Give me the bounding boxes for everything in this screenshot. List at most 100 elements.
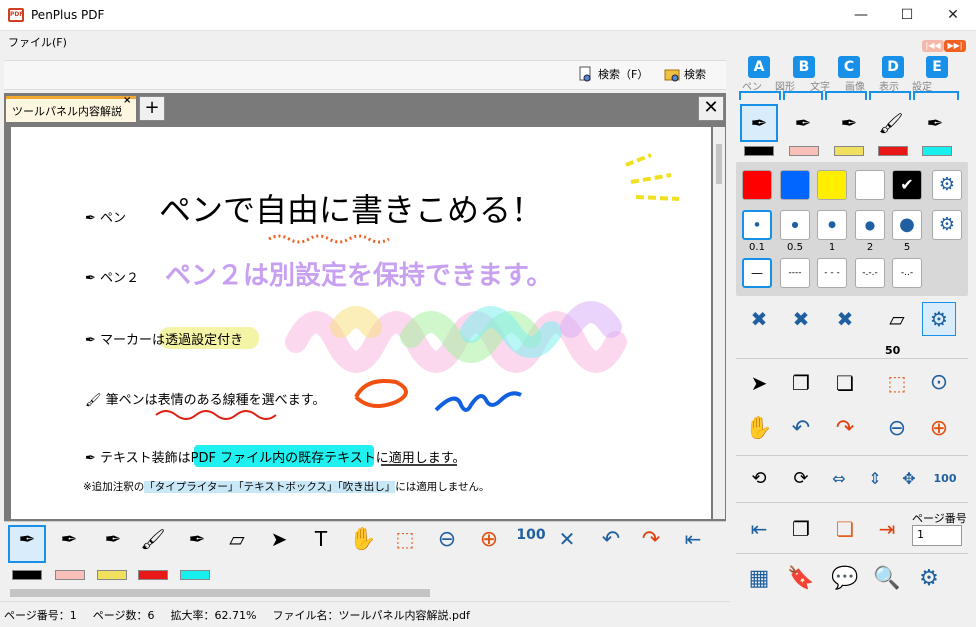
panel-collapse-buttons[interactable]: |◀◀ ▶▶| xyxy=(922,38,970,52)
search-folder-icon xyxy=(664,69,680,82)
eraser-settings-gear-icon[interactable]: ⚙ xyxy=(922,302,956,336)
panel-zoom-out-icon[interactable]: ⊖ xyxy=(880,412,914,446)
line-dashdot-button[interactable]: -.-.- xyxy=(855,258,885,288)
fit-page-icon[interactable]: ✥ xyxy=(892,462,926,496)
bookmarks-icon[interactable]: 🔖 xyxy=(784,562,818,596)
panel-area-select-icon[interactable]: ⬚ xyxy=(880,366,914,400)
collapse-right-icon[interactable]: ▶▶| xyxy=(944,40,966,52)
line-dash-button[interactable]: ---- xyxy=(780,258,810,288)
bottom-hand-icon[interactable]: ✋ xyxy=(346,527,380,561)
bottom-swatch-cyan[interactable] xyxy=(180,570,210,580)
size-1-button[interactable]: ● xyxy=(817,210,847,240)
color-white-button[interactable] xyxy=(855,170,885,200)
tab-document[interactable]: ツールパネル内容解説 xyxy=(6,96,136,122)
panel-eraser-icon[interactable]: ▱ xyxy=(880,302,914,336)
menu-file[interactable]: ファイル(F) xyxy=(8,34,67,50)
panel-swatch-red[interactable] xyxy=(878,146,908,156)
target-center-icon[interactable]: ⊙ xyxy=(922,366,956,400)
panel-brush-icon[interactable]: 🖌 xyxy=(874,106,908,140)
size-2-button[interactable]: ● xyxy=(855,210,885,240)
vertical-scroll-thumb[interactable] xyxy=(716,144,722,184)
fit-width-icon[interactable]: ⇔ xyxy=(822,462,856,496)
bottom-brush-icon[interactable]: 🖌 xyxy=(136,527,170,561)
maximize-button[interactable]: ☐ xyxy=(884,0,930,31)
size-5-button[interactable]: ● xyxy=(892,210,922,240)
bottom-pen-icon[interactable]: ✒ xyxy=(10,527,44,561)
pen-icon: ✒ xyxy=(85,211,96,226)
bottom-zoom-out-icon[interactable]: ⊖ xyxy=(430,527,464,561)
bottom-swatch-yellow[interactable] xyxy=(97,570,127,580)
thumbnails-icon[interactable]: ▦ xyxy=(742,562,776,596)
search-folder-button[interactable]: 検索 xyxy=(664,66,706,84)
horizontal-scroll-thumb[interactable] xyxy=(10,589,430,597)
prev-page-icon[interactable]: ❐ xyxy=(784,512,818,546)
size-0-1-button[interactable]: ● xyxy=(742,210,772,240)
bottom-first-page-icon[interactable]: ⇤ xyxy=(676,527,710,561)
delete-all-annotations-icon[interactable]: ✖ xyxy=(828,302,862,336)
panel-swatch-cyan[interactable] xyxy=(922,146,952,156)
add-tab-button[interactable]: + xyxy=(139,96,165,121)
panel-search-icon[interactable]: 🔍 xyxy=(870,562,904,596)
send-back-icon[interactable]: ❏ xyxy=(828,366,862,400)
horizontal-scrollbar[interactable] xyxy=(4,585,726,601)
panel-hand-icon[interactable]: ✋ xyxy=(742,412,776,446)
pdf-page[interactable]: ✒ ペン ペンで自由に書きこめる！ ✒ ペン２ ペン２は別設定を保持できます。 … xyxy=(11,127,711,519)
page-number-input[interactable]: 1 xyxy=(912,525,962,546)
bottom-text-select-icon[interactable]: T xyxy=(304,527,338,561)
rotate-left-icon[interactable]: ⟲ xyxy=(742,462,776,496)
color-yellow-button[interactable] xyxy=(817,170,847,200)
bottom-swatch-pink[interactable] xyxy=(55,570,85,580)
bottom-area-select-icon[interactable]: ⬚ xyxy=(388,527,422,561)
bring-front-icon[interactable]: ❐ xyxy=(784,366,818,400)
minimize-button[interactable]: — xyxy=(838,0,884,31)
panel-select-arrow-icon[interactable]: ➤ xyxy=(742,366,776,400)
line-dash2-button[interactable]: - - - xyxy=(817,258,847,288)
color-black-checked-button[interactable]: ✔ xyxy=(892,170,922,200)
color-settings-gear-icon[interactable]: ⚙ xyxy=(932,170,962,200)
delete-page-annotations-icon[interactable]: ✖ xyxy=(784,302,818,336)
panel-redo-icon[interactable]: ↷ xyxy=(828,412,862,446)
panel-marker-icon[interactable]: ✒ xyxy=(832,106,866,140)
collapse-left-icon[interactable]: |◀◀ xyxy=(922,40,944,52)
size-settings-gear-icon[interactable]: ⚙ xyxy=(932,210,962,240)
panel-settings-gear-icon[interactable]: ⚙ xyxy=(912,562,946,596)
bottom-zoom-in-icon[interactable]: ⊕ xyxy=(472,527,506,561)
panel-pen-icon[interactable]: ✒ xyxy=(742,106,776,140)
delete-selected-icon[interactable]: ✖ xyxy=(742,302,776,336)
color-blue-button[interactable] xyxy=(780,170,810,200)
bottom-marker-icon[interactable]: ✒ xyxy=(96,527,130,561)
panel-zoom-in-icon[interactable]: ⊕ xyxy=(922,412,956,446)
panel-first-page-icon[interactable]: ⇤ xyxy=(742,512,776,546)
panel-pen2-icon[interactable]: ✒ xyxy=(786,106,820,140)
bottom-pen2-icon[interactable]: ✒ xyxy=(52,527,86,561)
search-button[interactable]: 検索（F） xyxy=(578,66,648,84)
tab-close-button[interactable]: × xyxy=(123,95,131,106)
rotate-right-icon[interactable]: ⟳ xyxy=(784,462,818,496)
bottom-swatch-black[interactable] xyxy=(12,570,42,580)
actual-size-icon[interactable]: 100 xyxy=(928,462,962,496)
line-solid-button[interactable]: — xyxy=(742,258,772,288)
size-0-5-button[interactable]: ● xyxy=(780,210,810,240)
close-window-button[interactable]: ✕ xyxy=(930,0,976,31)
panel-swatch-black[interactable] xyxy=(744,146,774,156)
panel-swatch-yellow[interactable] xyxy=(834,146,864,156)
bottom-eraser-icon[interactable]: ▱ xyxy=(220,527,254,561)
vertical-scrollbar[interactable] xyxy=(713,127,725,519)
panel-swatch-pink[interactable] xyxy=(789,146,819,156)
comments-icon[interactable]: 💬 xyxy=(828,562,862,596)
bottom-undo-icon[interactable]: ↶ xyxy=(594,527,628,561)
bottom-swatch-red[interactable] xyxy=(138,570,168,580)
bottom-select-arrow-icon[interactable]: ➤ xyxy=(262,527,296,561)
panel-undo-icon[interactable]: ↶ xyxy=(784,412,818,446)
panel-text-deco-icon[interactable]: ✒ xyxy=(918,106,952,140)
bottom-100-icon[interactable]: 100 xyxy=(514,527,548,561)
bottom-redo-icon[interactable]: ↷ xyxy=(634,527,668,561)
line-dashdotdot-button[interactable]: -..- xyxy=(892,258,922,288)
close-document-button[interactable]: ✕ xyxy=(698,96,724,121)
bottom-text-deco-icon[interactable]: ✒ xyxy=(180,527,214,561)
bottom-delete-select-icon[interactable]: ✕ xyxy=(550,527,584,561)
color-red-button[interactable] xyxy=(742,170,772,200)
last-page-icon[interactable]: ⇥ xyxy=(870,512,904,546)
fit-height-icon[interactable]: ⇕ xyxy=(858,462,892,496)
next-page-icon[interactable]: ❏ xyxy=(828,512,862,546)
